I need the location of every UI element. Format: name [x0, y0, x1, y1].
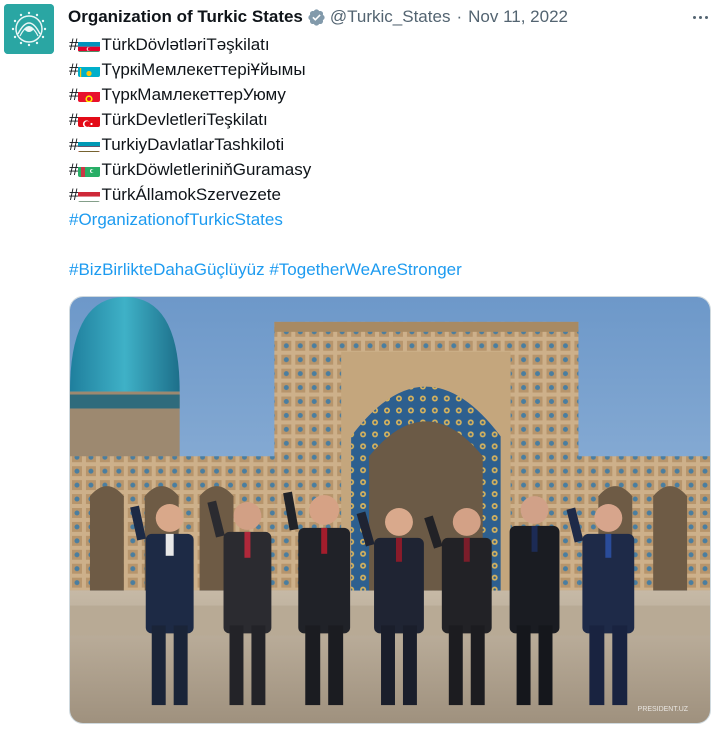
account-name[interactable]: Organization of Turkic States [68, 7, 303, 27]
hashtag-text[interactable]: TürkÁllamokSzervezete [101, 182, 281, 207]
hashtag-line-kazakhstan: # ТүркіМемлекеттеріҰйымы [69, 57, 711, 82]
hash-symbol: # [69, 85, 79, 104]
hash-symbol: # [69, 35, 79, 54]
ots-logo-icon [4, 4, 54, 54]
tweet-text: # TürkDövlətləriTəşkilatı # ТүркіМемлеке… [69, 32, 711, 282]
turkmenistan-flag-icon [78, 163, 101, 177]
azerbaijan-flag-icon [78, 38, 101, 52]
hashtag-link[interactable]: #TogetherWeAreStronger [269, 257, 461, 282]
hashtag-text[interactable]: ТүркіМемлекеттеріҰйымы [101, 57, 305, 82]
leaders-group-photo: PRESIDENT.UZ [70, 297, 710, 723]
hashtag-link[interactable]: #OrganizationofTurkicStates [69, 207, 283, 232]
kyrgyzstan-flag-icon [78, 88, 101, 102]
turkey-flag-icon [78, 113, 101, 127]
hashtag-text[interactable]: ТүркМамлекеттерУюму [101, 82, 285, 107]
tweet-date[interactable]: Nov 11, 2022 [468, 7, 568, 27]
tweet-header: Organization of Turkic States @Turkic_St… [68, 6, 711, 28]
account-handle[interactable]: @Turkic_States [330, 7, 451, 27]
hashtag-line-hungary: # TürkÁllamokSzervezete [69, 182, 711, 207]
photo-watermark: PRESIDENT.UZ [638, 706, 689, 713]
hashtag-line-kyrgyzstan: # ТүркМамлекеттерУюму [69, 82, 711, 107]
hashtag-text[interactable]: TürkDevletleriTeşkilatı [101, 107, 267, 132]
hash-symbol: # [69, 110, 79, 129]
hash-symbol: # [69, 185, 79, 204]
uzbekistan-flag-icon [78, 138, 101, 152]
hashtags-line: #BizBirlikteDahaGüçlüyüz #TogetherWeAreS… [69, 257, 711, 282]
hungary-flag-icon [78, 188, 101, 202]
hashtag-organization-line: #OrganizationofTurkicStates [69, 207, 711, 232]
hashtag-line-turkey: # TürkDevletleriTeşkilatı [69, 107, 711, 132]
hashtag-line-uzbekistan: # TurkiyDavlatlarTashkiloti [69, 132, 711, 157]
verified-badge-icon [308, 8, 325, 26]
hashtag-text[interactable]: TürkDövlətləriTəşkilatı [101, 32, 269, 57]
account-avatar[interactable] [4, 4, 54, 54]
tweet-photo[interactable]: PRESIDENT.UZ [69, 296, 711, 724]
more-options-icon[interactable] [689, 6, 711, 28]
hashtag-line-turkmenistan: # TürkDöwletleriniňGuramasy [69, 157, 711, 182]
separator-dot: · [456, 7, 463, 26]
hashtag-text[interactable]: TurkiyDavlatlarTashkiloti [101, 132, 284, 157]
hash-symbol: # [69, 135, 79, 154]
hashtag-link[interactable]: #BizBirlikteDahaGüçlüyüz [69, 257, 265, 282]
hash-symbol: # [69, 60, 79, 79]
hash-symbol: # [69, 160, 79, 179]
hashtag-text[interactable]: TürkDöwletleriniňGuramasy [101, 157, 311, 182]
kazakhstan-flag-icon [78, 63, 101, 77]
hashtag-line-azerbaijan: # TürkDövlətləriTəşkilatı [69, 32, 711, 57]
